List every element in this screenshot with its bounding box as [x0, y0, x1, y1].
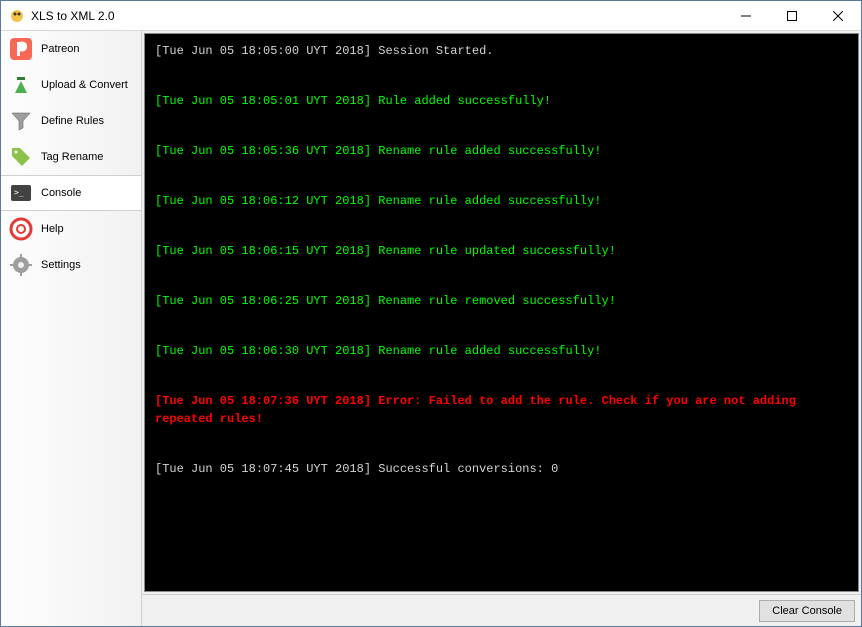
- log-timestamp: [Tue Jun 05 18:07:36 UYT 2018]: [155, 394, 378, 408]
- patreon-icon: [9, 37, 33, 61]
- log-line: [Tue Jun 05 18:05:00 UYT 2018] Session S…: [155, 42, 848, 60]
- log-line: [Tue Jun 05 18:06:30 UYT 2018] Rename ru…: [155, 342, 848, 360]
- log-message: Rule added successfully!: [378, 94, 551, 108]
- sidebar-item-label: Settings: [41, 259, 81, 271]
- log-timestamp: [Tue Jun 05 18:06:12 UYT 2018]: [155, 194, 378, 208]
- tag-icon: [9, 145, 33, 169]
- log-timestamp: [Tue Jun 05 18:06:15 UYT 2018]: [155, 244, 378, 258]
- footer: Clear Console: [142, 594, 861, 626]
- titlebar: XLS to XML 2.0: [1, 1, 861, 31]
- log-timestamp: [Tue Jun 05 18:05:36 UYT 2018]: [155, 144, 378, 158]
- sidebar-item-label: Console: [41, 187, 81, 199]
- sidebar-item-patreon[interactable]: Patreon: [1, 31, 141, 67]
- log-line: [Tue Jun 05 18:07:45 UYT 2018] Successfu…: [155, 460, 848, 478]
- log-timestamp: [Tue Jun 05 18:07:45 UYT 2018]: [155, 462, 378, 476]
- gear-icon: [9, 253, 33, 277]
- log-timestamp: [Tue Jun 05 18:06:25 UYT 2018]: [155, 294, 378, 308]
- close-button[interactable]: [815, 1, 861, 30]
- sidebar-item-settings[interactable]: Settings: [1, 247, 141, 283]
- sidebar-item-upload-convert[interactable]: Upload & Convert: [1, 67, 141, 103]
- console-output[interactable]: [Tue Jun 05 18:05:00 UYT 2018] Session S…: [144, 33, 859, 592]
- sidebar-item-label: Tag Rename: [41, 151, 103, 163]
- minimize-button[interactable]: [723, 1, 769, 30]
- sidebar-item-label: Patreon: [41, 43, 80, 55]
- main-panel: [Tue Jun 05 18:05:00 UYT 2018] Session S…: [142, 31, 861, 626]
- log-line: [Tue Jun 05 18:06:12 UYT 2018] Rename ru…: [155, 192, 848, 210]
- svg-text:>_: >_: [14, 188, 24, 197]
- log-message: Session Started.: [378, 44, 493, 58]
- log-line: [Tue Jun 05 18:05:36 UYT 2018] Rename ru…: [155, 142, 848, 160]
- log-timestamp: [Tue Jun 05 18:06:30 UYT 2018]: [155, 344, 378, 358]
- sidebar-item-help[interactable]: Help: [1, 211, 141, 247]
- upload-icon: [9, 73, 33, 97]
- sidebar-item-label: Define Rules: [41, 115, 104, 127]
- log-timestamp: [Tue Jun 05 18:05:01 UYT 2018]: [155, 94, 378, 108]
- help-icon: [9, 217, 33, 241]
- log-line: [Tue Jun 05 18:07:36 UYT 2018] Error: Fa…: [155, 392, 848, 428]
- log-message: Successful conversions: 0: [378, 462, 558, 476]
- sidebar-item-label: Help: [41, 223, 64, 235]
- sidebar-item-console[interactable]: >_ Console: [1, 175, 141, 211]
- sidebar: Patreon Upload & Convert Define Rules Ta…: [1, 31, 142, 626]
- log-line: [Tue Jun 05 18:06:15 UYT 2018] Rename ru…: [155, 242, 848, 260]
- sidebar-item-define-rules[interactable]: Define Rules: [1, 103, 141, 139]
- window-controls: [723, 1, 861, 30]
- window-title: XLS to XML 2.0: [31, 9, 723, 23]
- sidebar-item-label: Upload & Convert: [41, 79, 128, 91]
- funnel-icon: [9, 109, 33, 133]
- log-line: [Tue Jun 05 18:05:01 UYT 2018] Rule adde…: [155, 92, 848, 110]
- maximize-button[interactable]: [769, 1, 815, 30]
- log-timestamp: [Tue Jun 05 18:05:00 UYT 2018]: [155, 44, 378, 58]
- log-message: Rename rule updated successfully!: [378, 244, 616, 258]
- sidebar-item-tag-rename[interactable]: Tag Rename: [1, 139, 141, 175]
- log-message: Rename rule added successfully!: [378, 144, 601, 158]
- console-icon: >_: [9, 181, 33, 205]
- log-message: Rename rule removed successfully!: [378, 294, 616, 308]
- log-line: [Tue Jun 05 18:06:25 UYT 2018] Rename ru…: [155, 292, 848, 310]
- log-message: Rename rule added successfully!: [378, 344, 601, 358]
- clear-console-button[interactable]: Clear Console: [759, 600, 855, 622]
- log-message: Rename rule added successfully!: [378, 194, 601, 208]
- app-icon: [9, 8, 25, 24]
